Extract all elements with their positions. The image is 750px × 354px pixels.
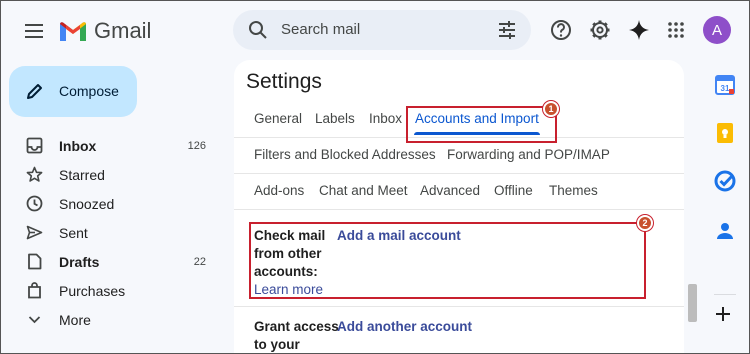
- star-icon: [26, 166, 43, 182]
- draft-icon: [28, 253, 42, 270]
- account-avatar[interactable]: A: [703, 16, 731, 44]
- draft-count: 22: [193, 255, 206, 268]
- sidebar-item-label: Sent: [59, 224, 88, 241]
- sidebar-item-label: Purchases: [59, 282, 126, 299]
- callout-badge-1: 1: [543, 101, 559, 117]
- sidebar-item-purchases[interactable]: Purchases: [0, 276, 220, 305]
- sidebar-item-starred[interactable]: Starred: [0, 160, 220, 189]
- search-bar[interactable]: Search mail: [233, 10, 531, 50]
- svg-text:31: 31: [721, 84, 730, 93]
- sidebar-item-sent[interactable]: Sent: [0, 218, 220, 247]
- callout-badge-2: 2: [637, 215, 653, 231]
- sidebar-nav: Inbox 126 Starred Snoozed Sent Drafts 22…: [0, 131, 220, 334]
- add-another-account-link[interactable]: Add another account: [337, 319, 472, 334]
- inbox-icon: [26, 137, 43, 154]
- sidebar-item-label: Drafts: [59, 253, 100, 270]
- send-icon: [26, 225, 43, 240]
- check-mail-label: Check mail from other accounts:: [254, 228, 326, 279]
- compose-label: Compose: [59, 83, 119, 99]
- pencil-icon: [27, 84, 42, 99]
- tab-chat-and-meet[interactable]: Chat and Meet: [319, 183, 408, 198]
- active-tab-indicator: [414, 132, 540, 135]
- tag-icon: [28, 282, 41, 299]
- help-icon[interactable]: [549, 18, 573, 42]
- chevron-down-icon: [28, 316, 41, 324]
- compose-button[interactable]: Compose: [9, 66, 137, 117]
- sidebar-item-drafts[interactable]: Drafts 22: [0, 247, 220, 276]
- section-divider: [234, 306, 684, 307]
- grant-access-label: Grant access to your: [254, 319, 339, 352]
- side-panel-divider: [714, 294, 736, 295]
- tasks-icon[interactable]: [714, 170, 736, 192]
- tab-inbox[interactable]: Inbox: [369, 111, 402, 126]
- settings-gear-icon[interactable]: [588, 18, 612, 42]
- search-input[interactable]: Search mail: [281, 21, 360, 38]
- add-addon-plus-icon[interactable]: [712, 303, 734, 325]
- tab-forwarding-and-pop-imap[interactable]: Forwarding and POP/IMAP: [447, 147, 610, 162]
- tab-general[interactable]: General: [254, 111, 302, 126]
- contacts-icon[interactable]: [714, 220, 736, 242]
- settings-tab-row-2: Filters and Blocked Addresses Forwarding…: [234, 138, 684, 174]
- sidebar-item-label: Snoozed: [59, 195, 115, 212]
- tab-accounts-and-import[interactable]: Accounts and Import: [415, 111, 539, 126]
- unread-count: 126: [187, 139, 206, 152]
- sidebar-item-label: Starred: [59, 166, 105, 183]
- tab-offline[interactable]: Offline: [494, 183, 533, 198]
- tab-labels[interactable]: Labels: [315, 111, 355, 126]
- app-name: Gmail: [94, 18, 152, 43]
- tab-filters-and-blocked-addresses[interactable]: Filters and Blocked Addresses: [254, 147, 436, 162]
- tab-add-ons[interactable]: Add-ons: [254, 183, 304, 198]
- sidebar-item-snoozed[interactable]: Snoozed: [0, 189, 220, 218]
- tab-advanced[interactable]: Advanced: [420, 183, 480, 198]
- add-mail-account-link[interactable]: Add a mail account: [337, 228, 461, 243]
- gemini-sparkle-icon[interactable]: [627, 18, 651, 42]
- sidebar-item-label: Inbox: [59, 137, 97, 154]
- page-title: Settings: [246, 70, 322, 93]
- main-menu-icon[interactable]: [22, 20, 46, 42]
- sidebar-item-label: More: [59, 311, 91, 328]
- tab-themes[interactable]: Themes: [549, 183, 598, 198]
- scrollbar-thumb[interactable]: [688, 284, 697, 322]
- gmail-logo[interactable]: Gmail: [58, 18, 151, 44]
- learn-more-link[interactable]: Learn more: [254, 282, 323, 297]
- clock-icon: [26, 195, 43, 212]
- settings-tab-row-3: Add-ons Chat and Meet Advanced Offline T…: [234, 174, 684, 210]
- apps-grid-icon[interactable]: [664, 18, 688, 42]
- keep-icon[interactable]: [714, 122, 736, 144]
- search-icon[interactable]: [248, 20, 268, 40]
- calendar-icon[interactable]: 31: [714, 74, 736, 96]
- settings-panel: Settings General Labels Inbox Accounts a…: [234, 60, 684, 354]
- sidebar-item-inbox[interactable]: Inbox 126: [0, 131, 220, 160]
- sidebar-item-more[interactable]: More: [0, 305, 220, 334]
- search-options-icon[interactable]: [497, 20, 517, 40]
- gmail-m-icon: [60, 22, 86, 41]
